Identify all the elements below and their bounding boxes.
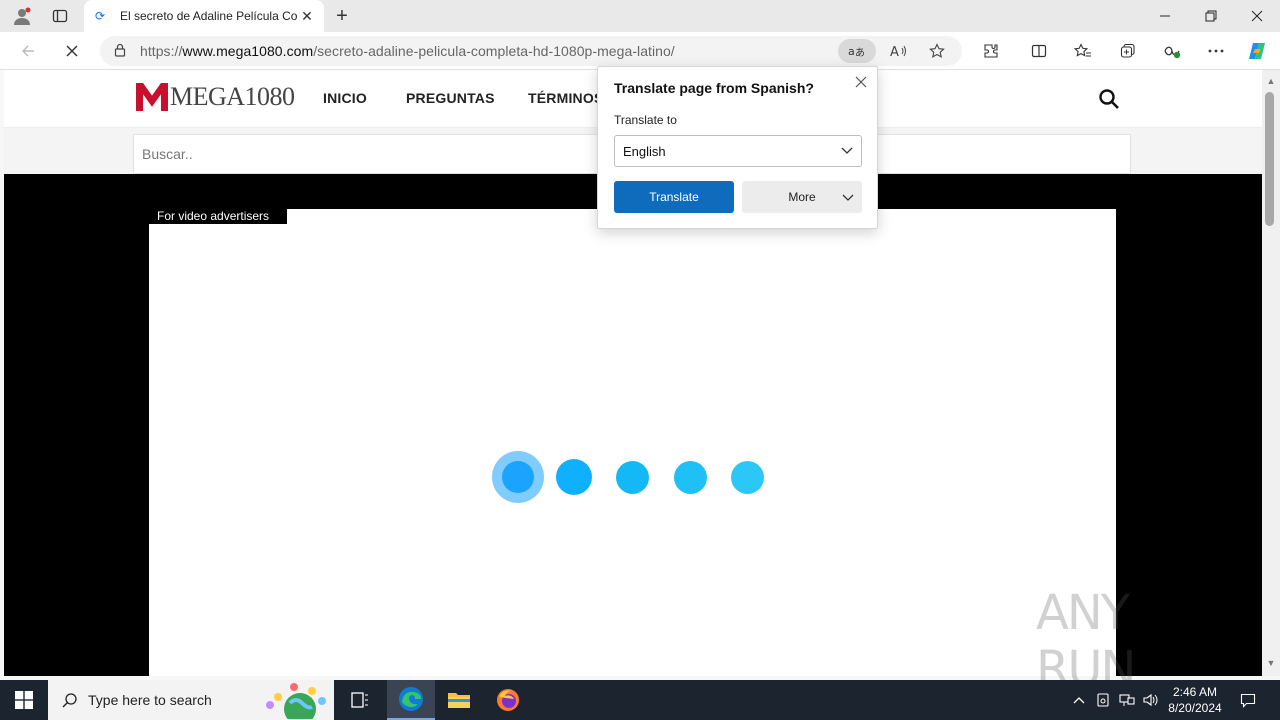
close-window-button[interactable] [1234,0,1280,32]
tab-strip: ⟳ El secreto de Adaline Película Co ✕ + [0,0,1280,32]
loading-dot [556,459,592,495]
search-icon [62,693,77,708]
firefox-icon [497,689,519,711]
back-button[interactable] [14,38,42,64]
loading-dot [731,461,764,494]
task-view-icon [351,692,368,708]
taskbar-firefox-button[interactable] [484,680,532,720]
clock-time: 2:46 AM [1172,685,1218,699]
scroll-down-arrow-icon[interactable]: ▼ [1265,658,1277,672]
anyrun-watermark: ANY RUN [1036,585,1236,697]
browser-toolbar: https://www.mega1080.com/secreto-adaline… [0,32,1280,70]
extensions-icon[interactable] [978,39,1004,63]
translate-icon[interactable]: aあ [838,39,876,63]
minimize-button[interactable] [1142,0,1188,32]
read-aloud-icon[interactable]: A [880,39,918,63]
loading-dot [616,461,649,494]
favorite-star-icon[interactable] [918,39,956,63]
selected-language: English [623,143,666,159]
system-clock[interactable]: 2:46 AM 8/20/2024 [1165,684,1225,716]
browser-essentials-icon[interactable] [1159,39,1185,63]
svg-text:A: A [890,45,899,58]
tab-active[interactable]: ⟳ El secreto de Adaline Película Co ✕ [84,0,324,32]
site-logo[interactable]: MEGA1080 [136,82,295,112]
device-icon[interactable] [1093,690,1113,710]
language-select[interactable]: English [614,135,862,167]
scroll-up-arrow-icon[interactable]: ▲ [1265,76,1277,90]
collections-icon[interactable] [1115,39,1141,63]
chevron-down-icon [841,147,853,154]
network-icon[interactable] [1117,690,1137,710]
settings-more-icon[interactable] [1203,39,1229,63]
clock-date: 8/20/2024 [1168,701,1222,715]
loading-dot [502,461,534,493]
taskbar-file-explorer-button[interactable] [435,680,483,720]
split-screen-icon[interactable] [1026,39,1052,63]
taskbar-edge-button[interactable] [387,680,435,720]
close-popup-icon[interactable] [851,72,871,92]
more-button[interactable]: More [742,181,862,213]
folder-icon [448,693,470,708]
page-scrollbar[interactable]: ▲ ▼ [1262,70,1280,676]
url-text: https://www.mega1080.com/secreto-adaline… [140,43,675,59]
new-tab-button[interactable]: + [330,4,354,28]
task-view-button[interactable] [336,680,384,720]
menu-item-terminos[interactable]: TÉRMINOS [528,90,604,106]
copilot-icon[interactable] [1244,39,1270,63]
scrollbar-thumb[interactable] [1265,92,1274,226]
svg-text:a: a [848,45,855,58]
restore-button[interactable] [1188,0,1234,32]
favorites-icon[interactable] [1070,39,1096,63]
svg-text:あ: あ [855,47,865,58]
taskbar-search-placeholder: Type here to search [88,692,212,708]
loading-favicon-icon: ⟳ [94,9,106,23]
logo-mark-icon [136,83,168,111]
translate-to-label: Translate to [614,113,677,127]
taskbar: Type here to search 2:46 AM 8/20/2024 [0,680,1280,720]
tab-actions-icon[interactable] [46,4,74,28]
show-hidden-icons-icon[interactable] [1069,690,1089,710]
notifications-icon[interactable] [1238,690,1258,710]
edge-icon [399,687,423,711]
translate-button[interactable]: Translate [614,181,734,213]
search-highlight-illustration-icon [266,683,326,719]
more-button-label: More [788,190,816,204]
video-ad-container[interactable] [149,209,1116,676]
ad-label[interactable]: For video advertisers [149,209,287,224]
translate-popup-title: Translate page from Spanish? [614,80,814,96]
profile-icon[interactable] [8,4,36,28]
menu-item-inicio[interactable]: INICIO [323,90,367,106]
windows-logo-icon [15,691,33,709]
taskbar-search-box[interactable]: Type here to search [48,680,334,720]
stop-loading-button[interactable] [58,38,86,64]
address-bar[interactable]: https://www.mega1080.com/secreto-adaline… [100,36,962,66]
translate-popup: Translate page from Spanish? Translate t… [597,66,878,229]
start-button[interactable] [0,680,48,720]
volume-icon[interactable] [1141,690,1161,710]
lock-icon[interactable] [100,43,140,60]
site-search-icon[interactable] [1098,88,1120,110]
chevron-down-icon [842,194,854,201]
menu-item-preguntas[interactable]: PREGUNTAS [406,90,495,106]
close-tab-icon[interactable]: ✕ [298,7,316,25]
loading-dot [674,461,707,494]
logo-text: MEGA1080 [170,82,295,111]
tab-title: El secreto de Adaline Película Co [120,9,298,23]
